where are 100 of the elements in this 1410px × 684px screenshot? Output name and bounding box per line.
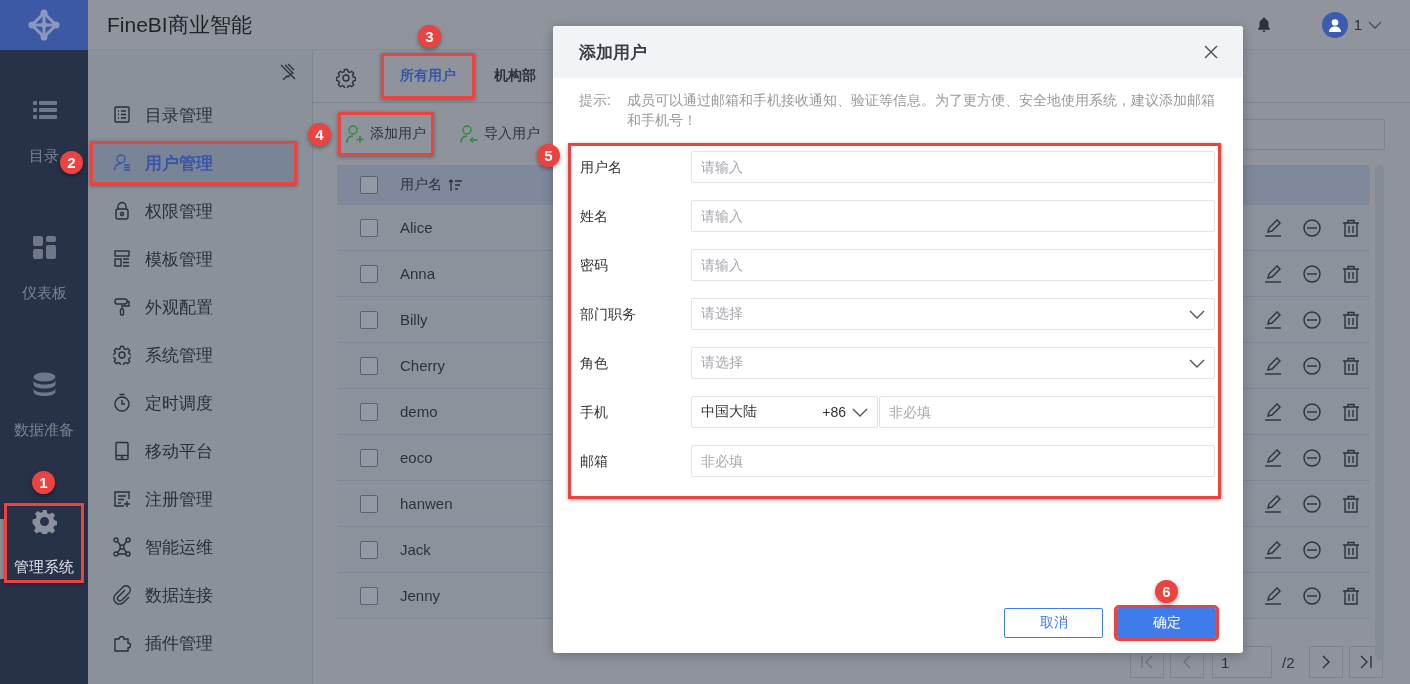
checkbox[interactable] [360,218,378,237]
cancel-button[interactable]: 取消 [1004,608,1103,638]
nav-item[interactable]: 移动平台 [90,429,297,473]
field-label: 用户名 [580,158,623,177]
user-menu[interactable]: 1 [1321,11,1382,38]
input-field[interactable]: 非必填 [691,445,1215,477]
settings-icon [31,509,57,534]
timer-icon [113,393,131,413]
field-label: 部门职务 [580,305,637,324]
chevron-down-icon [1368,20,1382,29]
nav-item[interactable]: 插件管理 [90,621,297,665]
select-field[interactable]: 请选择 [691,347,1215,379]
nav-item[interactable]: 智能运维 [90,525,297,569]
checkbox[interactable] [360,586,378,605]
page-total: /2 [1282,653,1295,671]
trash-icon [1342,586,1360,605]
paint-roller-icon [113,297,131,317]
field-label: 姓名 [580,207,609,226]
checkbox[interactable] [360,356,378,375]
nav-item[interactable]: 数据连接 [90,573,297,617]
dashboard-icon [31,235,57,260]
edit-icon [1264,264,1282,283]
nav-item[interactable]: 定时调度 [90,381,297,425]
edit-icon [1264,402,1282,421]
input-field[interactable]: 非必填 [879,396,1215,428]
step-badge: 1 [32,471,55,494]
region-select[interactable]: 中国大陆 +86 [691,396,878,428]
nav-item[interactable]: 系统管理 [90,333,297,377]
minus-circle-icon [1303,494,1321,513]
last-page-icon [1359,655,1372,669]
trash-icon [1342,264,1360,283]
sort-icon [448,178,462,192]
database-icon [31,372,57,397]
table-cell: Jenny [400,587,441,604]
rail-item[interactable]: 数据准备 [4,366,84,446]
chevron-down-icon [1189,358,1205,368]
rail-item[interactable]: 仪表板 [4,229,84,309]
input-field[interactable]: 请输入 [691,151,1215,183]
trash-icon [1342,448,1360,467]
chevron-down-icon [1189,309,1205,319]
minus-circle-icon [1303,402,1321,421]
hint-text: 成员可以通过邮箱和手机接收通知、验证等信息。为了更方便、安全地使用系统，建议添加邮箱和手机号！ [626,91,1215,130]
minus-circle-icon [1303,540,1321,559]
tab[interactable]: 机构部 [475,53,555,99]
checkbox[interactable] [360,494,378,513]
checkbox[interactable] [360,176,378,194]
table-cell: Cherry [400,357,445,374]
field-label: 手机 [580,403,609,422]
first-page-icon [1141,655,1153,669]
minus-circle-icon [1303,218,1321,237]
settings-icon [336,68,356,88]
minus-circle-icon [1303,310,1321,329]
checkbox[interactable] [360,448,378,467]
checkbox[interactable] [360,402,378,421]
edit-icon [1264,310,1282,329]
lock-icon [113,201,131,221]
checkbox[interactable] [360,540,378,559]
checkbox[interactable] [360,310,378,329]
nav-item[interactable]: 模板管理 [90,237,297,281]
chevron-down-icon [852,407,868,417]
close-button[interactable] [1204,45,1218,59]
unpin-icon [279,63,296,80]
column-header[interactable]: 用户名 [400,176,462,194]
register-icon [113,489,131,509]
dialog-title: 添加用户 [579,41,648,64]
close-icon [1204,45,1218,59]
step-badge: 4 [308,123,331,146]
nav-item[interactable]: 外观配置 [90,285,297,329]
edit-icon [1264,448,1282,467]
table-cell: eoco [400,449,433,466]
nav-item[interactable]: 权限管理 [90,189,297,233]
input-field[interactable]: 请输入 [691,200,1215,232]
puzzle-icon [113,633,131,653]
step-badge: 5 [537,144,560,167]
select-field[interactable]: 请选择 [691,298,1215,330]
table-cell: Jack [400,541,431,558]
minus-circle-icon [1303,448,1321,467]
table-cell: Alice [400,219,433,236]
user-silhouette-icon [1327,17,1342,32]
paperclip-icon [113,585,131,605]
trash-icon [1342,218,1360,237]
minus-circle-icon [1303,264,1321,283]
edit-icon [1264,540,1282,559]
catalog-icon [113,105,131,125]
edit-icon [1264,586,1282,605]
nav-item[interactable]: 注册管理 [90,477,297,521]
next-page-button[interactable] [1308,646,1343,678]
field-label: 邮箱 [580,452,609,471]
add-user-icon [346,124,365,144]
app-title: FineBI商业智能 [107,11,252,38]
last-page-button[interactable] [1348,646,1383,678]
trash-icon [1342,540,1360,559]
table-cell: Anna [400,265,436,282]
checkbox[interactable] [360,264,378,283]
input-field[interactable]: 请输入 [691,249,1215,281]
bell-icon [1255,16,1272,33]
edit-icon [1264,494,1282,513]
step-badge: 6 [1155,580,1178,603]
edit-icon [1264,218,1282,237]
nav-item[interactable]: 目录管理 [90,93,297,137]
